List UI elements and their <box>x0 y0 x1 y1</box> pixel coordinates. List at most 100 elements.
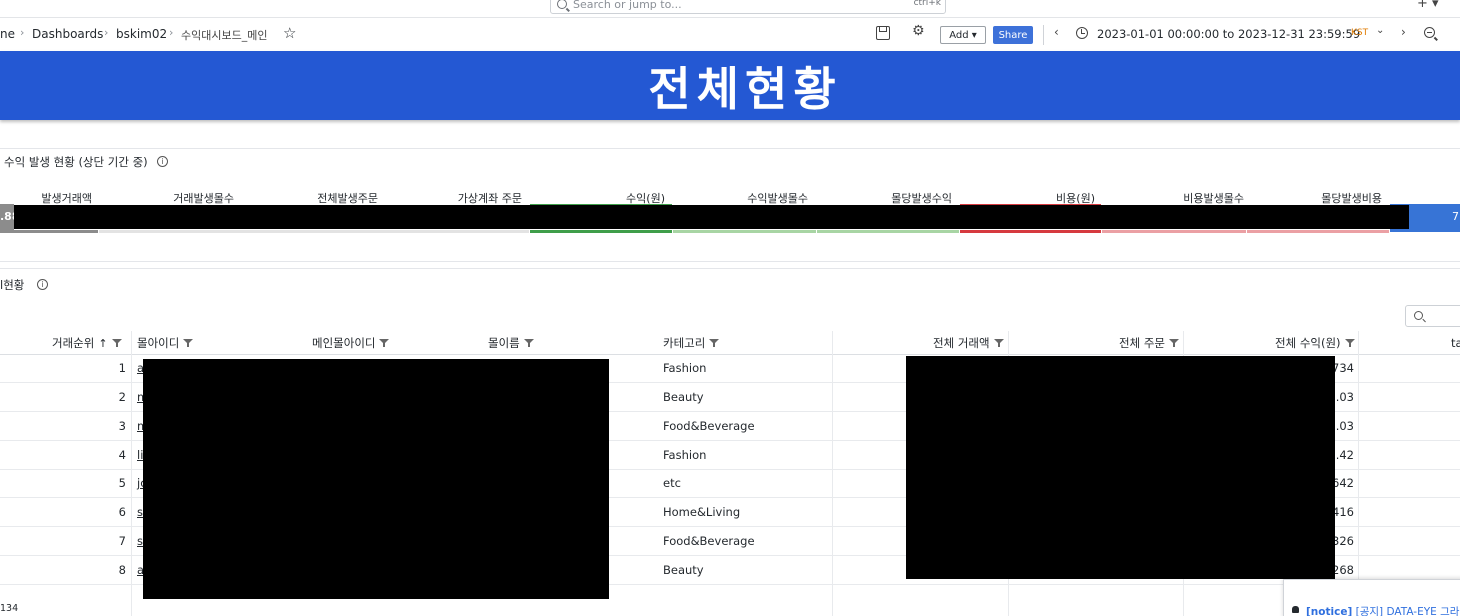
zoom-out-icon[interactable] <box>1424 27 1435 38</box>
filter-icon[interactable] <box>1344 338 1355 348</box>
search-shortcut: ctrl+k <box>913 0 941 8</box>
column-header-label: 몰이름 <box>488 336 520 350</box>
stat-bar-cost-light <box>1102 230 1246 233</box>
stat-header: 전체발생주문 <box>317 192 378 205</box>
stat-header: 가상계좌 주문 <box>457 192 522 205</box>
filter-icon[interactable] <box>1168 338 1179 348</box>
column-header-label: 전체 거래액 <box>933 336 990 350</box>
stat-bar-cost-light <box>1247 230 1389 233</box>
stat-bar-cost <box>960 230 1101 233</box>
panel-title: 수익 발생 현황 (상단 기간 중) <box>4 155 148 169</box>
table-panel: l현황 i 거래순위 ↑ 몰아이디 메인몰아이디 몰이름 카테고리 전체 거래액… <box>0 268 1460 616</box>
dashboard-toolbar: ne › Dashboards › bskim02 › 수익대시보드_메인 ☆ … <box>0 19 1460 50</box>
cell-rank: 1 <box>118 361 126 375</box>
cell-category: etc <box>663 476 681 490</box>
search-input[interactable]: Search or jump to... ctrl+k <box>550 0 946 14</box>
column-header-label: 거래순위 <box>52 336 95 350</box>
stat-bar-profit-light <box>817 230 959 233</box>
top-search-strip: Search or jump to... ctrl+k + ▾ <box>0 0 1460 18</box>
info-icon[interactable]: i <box>157 156 168 167</box>
bell-icon <box>1292 606 1299 613</box>
filter-icon[interactable] <box>709 338 720 348</box>
column-header-label: 메인몰아이디 <box>312 336 376 350</box>
column-header-main-mall-id[interactable]: 메인몰아이디 <box>312 331 390 355</box>
column-header-extra[interactable]: ta <box>1451 331 1460 355</box>
filter-icon[interactable] <box>111 338 122 348</box>
breadcrumb-folder[interactable]: bskim02 <box>116 27 167 41</box>
cell-category: Food&Beverage <box>663 534 755 548</box>
column-header-total-orders[interactable]: 전체 주문 <box>1119 331 1179 355</box>
cell-category: Home&Living <box>663 505 741 519</box>
filter-icon[interactable] <box>379 338 390 348</box>
column-header-rank[interactable]: 거래순위 ↑ <box>52 331 122 355</box>
redacted-block <box>14 205 1409 229</box>
search-placeholder: Search or jump to... <box>573 0 682 11</box>
search-icon <box>557 0 567 9</box>
breadcrumb-separator-icon: › <box>104 26 109 39</box>
stats-panel: 수익 발생 현황 (상단 기간 중) i 발생거래액 거래발생몰수 전체발생주문… <box>0 148 1460 262</box>
column-header-total-volume[interactable]: 전체 거래액 <box>933 331 1004 355</box>
toolbar-divider <box>1043 25 1044 45</box>
time-range-picker[interactable]: 2023-01-01 00:00:00 to 2023-12-31 23:59:… <box>1097 27 1360 41</box>
info-icon[interactable]: i <box>37 279 48 290</box>
stat-header: 몰당발생비용 <box>1321 192 1382 205</box>
redacted-block <box>906 356 1335 579</box>
stat-bar-neutral-light <box>99 230 529 233</box>
column-header-label: 카테고리 <box>663 336 706 350</box>
timezone-badge: KST <box>1351 28 1369 38</box>
filter-icon[interactable] <box>993 338 1004 348</box>
breadcrumb-home[interactable]: ne <box>0 27 15 41</box>
gear-icon[interactable]: ⚙ <box>912 23 925 39</box>
notice-toast[interactable]: [notice] [공지] DATA-EYE 그라 <box>1283 579 1460 616</box>
new-menu-button[interactable]: + ▾ <box>1417 0 1439 11</box>
cell-category: Fashion <box>663 361 707 375</box>
chevron-down-icon[interactable]: ⌄ <box>1376 25 1384 36</box>
cell-rank: 8 <box>118 563 126 577</box>
breadcrumb-separator-icon: › <box>169 26 174 39</box>
banner-title: 전체현황 <box>648 61 842 116</box>
filter-icon[interactable] <box>523 338 534 348</box>
column-header-total-profit[interactable]: 전체 수익(원) <box>1275 331 1355 355</box>
cell-category: Food&Beverage <box>663 419 755 433</box>
stat-header: 수익발생몰수 <box>747 192 808 205</box>
breadcrumb-separator-icon: › <box>20 26 25 39</box>
add-button[interactable]: Add ▾ <box>940 26 986 44</box>
column-divider <box>1358 331 1359 616</box>
chevron-left-icon[interactable]: ‹ <box>1054 25 1059 39</box>
search-icon <box>1414 311 1423 320</box>
notice-text[interactable]: [notice] [공지] DATA-EYE 그라 <box>1306 604 1459 616</box>
column-divider <box>131 331 132 616</box>
title-banner: 전체현황 <box>0 51 1460 120</box>
cell-category: Beauty <box>663 390 704 404</box>
notice-tag: [notice] <box>1306 606 1353 616</box>
save-icon[interactable] <box>876 26 890 40</box>
chevron-right-icon[interactable]: › <box>1401 25 1406 39</box>
clock-icon <box>1076 27 1088 39</box>
breadcrumb-dashboards[interactable]: Dashboards <box>32 27 103 41</box>
column-header-category[interactable]: 카테고리 <box>663 331 720 355</box>
stat-bar-neutral <box>0 230 98 233</box>
status-text: 134 <box>0 603 19 614</box>
column-header-mall-id[interactable]: 몰아이디 <box>137 331 194 355</box>
share-button[interactable]: Share <box>993 26 1033 44</box>
column-header-label: 전체 수익(원) <box>1275 336 1341 350</box>
column-header-mall-name[interactable]: 몰이름 <box>488 331 534 355</box>
cell-rank: 5 <box>118 476 126 490</box>
cell-category: Beauty <box>663 563 704 577</box>
table-search-input[interactable] <box>1405 305 1460 327</box>
breadcrumb-current: 수익대시보드_메인 <box>181 29 268 42</box>
panel-title: l현황 <box>0 278 25 292</box>
column-header-label: 몰아이디 <box>137 336 180 350</box>
cell-category: Fashion <box>663 448 707 462</box>
cell-rank: 2 <box>118 390 126 404</box>
star-icon[interactable]: ☆ <box>283 24 296 42</box>
stat-value-fragment: 7 <box>1452 210 1459 223</box>
filter-icon[interactable] <box>183 338 194 348</box>
column-divider <box>832 331 833 616</box>
column-header-label: ta <box>1451 336 1460 350</box>
stat-header: 몰당발생수익 <box>891 192 952 205</box>
cell-rank: 4 <box>118 448 126 462</box>
notice-message: [공지] DATA-EYE 그라 <box>1355 606 1460 616</box>
sort-ascending-icon[interactable]: ↑ <box>98 337 107 350</box>
table-header-divider <box>0 354 1460 355</box>
